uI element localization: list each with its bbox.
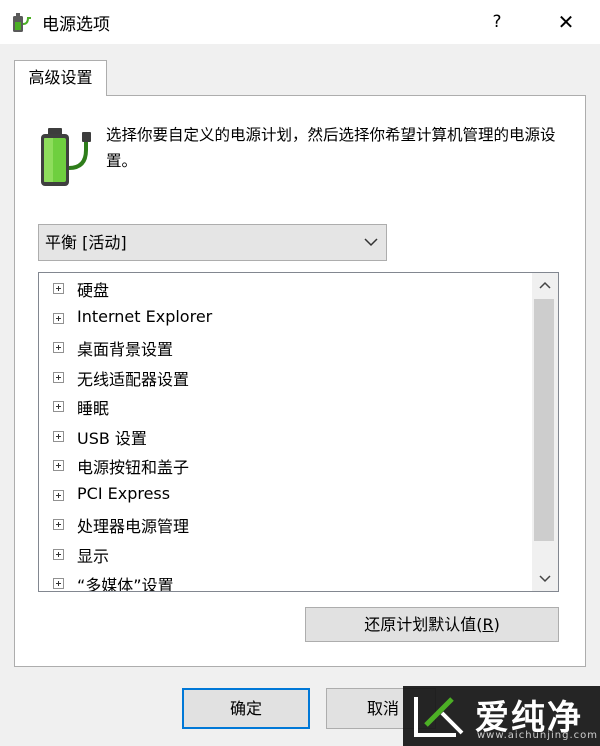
restore-label-key: R — [482, 615, 494, 634]
chevron-down-icon — [539, 575, 551, 583]
tree-item[interactable]: 处理器电源管理 — [39, 509, 531, 539]
close-button[interactable]: ✕ — [548, 4, 584, 40]
tree-item[interactable]: Internet Explorer — [39, 303, 531, 333]
tree-item[interactable]: 无线适配器设置 — [39, 362, 531, 392]
description-text: 选择你要自定义的电源计划，然后选择你希望计算机管理的电源设置。 — [106, 126, 556, 170]
tree-item[interactable]: USB 设置 — [39, 421, 531, 451]
tree-item-label: USB 设置 — [77, 428, 147, 448]
tree-item-label: 处理器电源管理 — [77, 517, 190, 536]
tree-item[interactable]: 睡眠 — [39, 391, 531, 421]
tree-item-label: 桌面背景设置 — [77, 340, 174, 359]
expand-plus-icon[interactable] — [53, 489, 64, 501]
tree-item-label: Internet Explorer — [77, 306, 213, 326]
tree-item-label: 无线适配器设置 — [77, 369, 190, 389]
chevron-up-icon — [539, 281, 551, 289]
expand-plus-icon[interactable] — [53, 283, 64, 294]
tree-item[interactable]: 显示 — [39, 539, 531, 569]
ok-button[interactable]: 确定 — [182, 688, 310, 729]
tab-advanced-settings[interactable]: 高级设置 — [14, 60, 107, 96]
settings-tree[interactable]: 硬盘 Internet Explorer 桌面背景设置 无线适配器设置 睡眠 USB 设置… — [38, 272, 559, 592]
scroll-thumb[interactable] — [534, 299, 554, 541]
expand-plus-icon[interactable] — [53, 460, 64, 471]
tree-item-label: 显示 — [77, 546, 110, 566]
window-title: 电源选项 — [42, 15, 110, 35]
expand-plus-icon[interactable] — [53, 430, 64, 442]
help-button[interactable]: ? — [482, 4, 512, 40]
watermark-logo-icon — [414, 697, 464, 737]
expand-plus-icon[interactable] — [53, 371, 64, 383]
expand-plus-icon[interactable] — [53, 312, 64, 324]
tree-item-label: PCI Express — [77, 483, 171, 503]
scroll-up-button[interactable] — [532, 273, 558, 297]
tree-item-label: 硬盘 — [77, 281, 110, 300]
power-plan-dropdown[interactable]: 平衡 [活动] — [38, 224, 387, 261]
tree-item[interactable]: 硬盘 — [39, 273, 531, 303]
tree-item-label: 电源按钮和盖子 — [77, 458, 190, 477]
vertical-scrollbar[interactable] — [532, 273, 558, 591]
power-options-icon — [13, 13, 31, 32]
restore-defaults-button[interactable]: 还原计划默认值(R) — [305, 607, 559, 642]
expand-plus-icon[interactable] — [53, 519, 64, 530]
tree-item-label: 睡眠 — [77, 399, 110, 418]
tree-item[interactable]: “多媒体”设置 — [39, 568, 531, 592]
restore-label-suffix: ) — [493, 615, 500, 634]
chevron-down-icon — [364, 238, 378, 247]
title-bar: 电源选项 ? ✕ — [0, 0, 600, 44]
expand-plus-icon[interactable] — [53, 342, 64, 353]
tree-list: 硬盘 Internet Explorer 桌面背景设置 无线适配器设置 睡眠 USB 设置… — [39, 273, 531, 592]
power-plan-value: 平衡 [活动] — [45, 233, 127, 252]
expand-plus-icon[interactable] — [53, 401, 64, 412]
expand-plus-icon[interactable] — [53, 548, 64, 560]
watermark-url: www.aichunjing.com — [477, 730, 598, 741]
tree-item[interactable]: 电源按钮和盖子 — [39, 450, 531, 480]
tree-item-label: “多媒体”设置 — [77, 576, 174, 592]
tree-item[interactable]: 桌面背景设置 — [39, 332, 531, 362]
scroll-down-button[interactable] — [532, 567, 558, 591]
restore-label-prefix: 还原计划默认值( — [364, 615, 483, 634]
expand-plus-icon[interactable] — [53, 578, 64, 589]
watermark: 爱纯净 www.aichunjing.com — [403, 686, 600, 746]
battery-icon — [41, 128, 91, 186]
tree-item[interactable]: PCI Express — [39, 480, 531, 510]
